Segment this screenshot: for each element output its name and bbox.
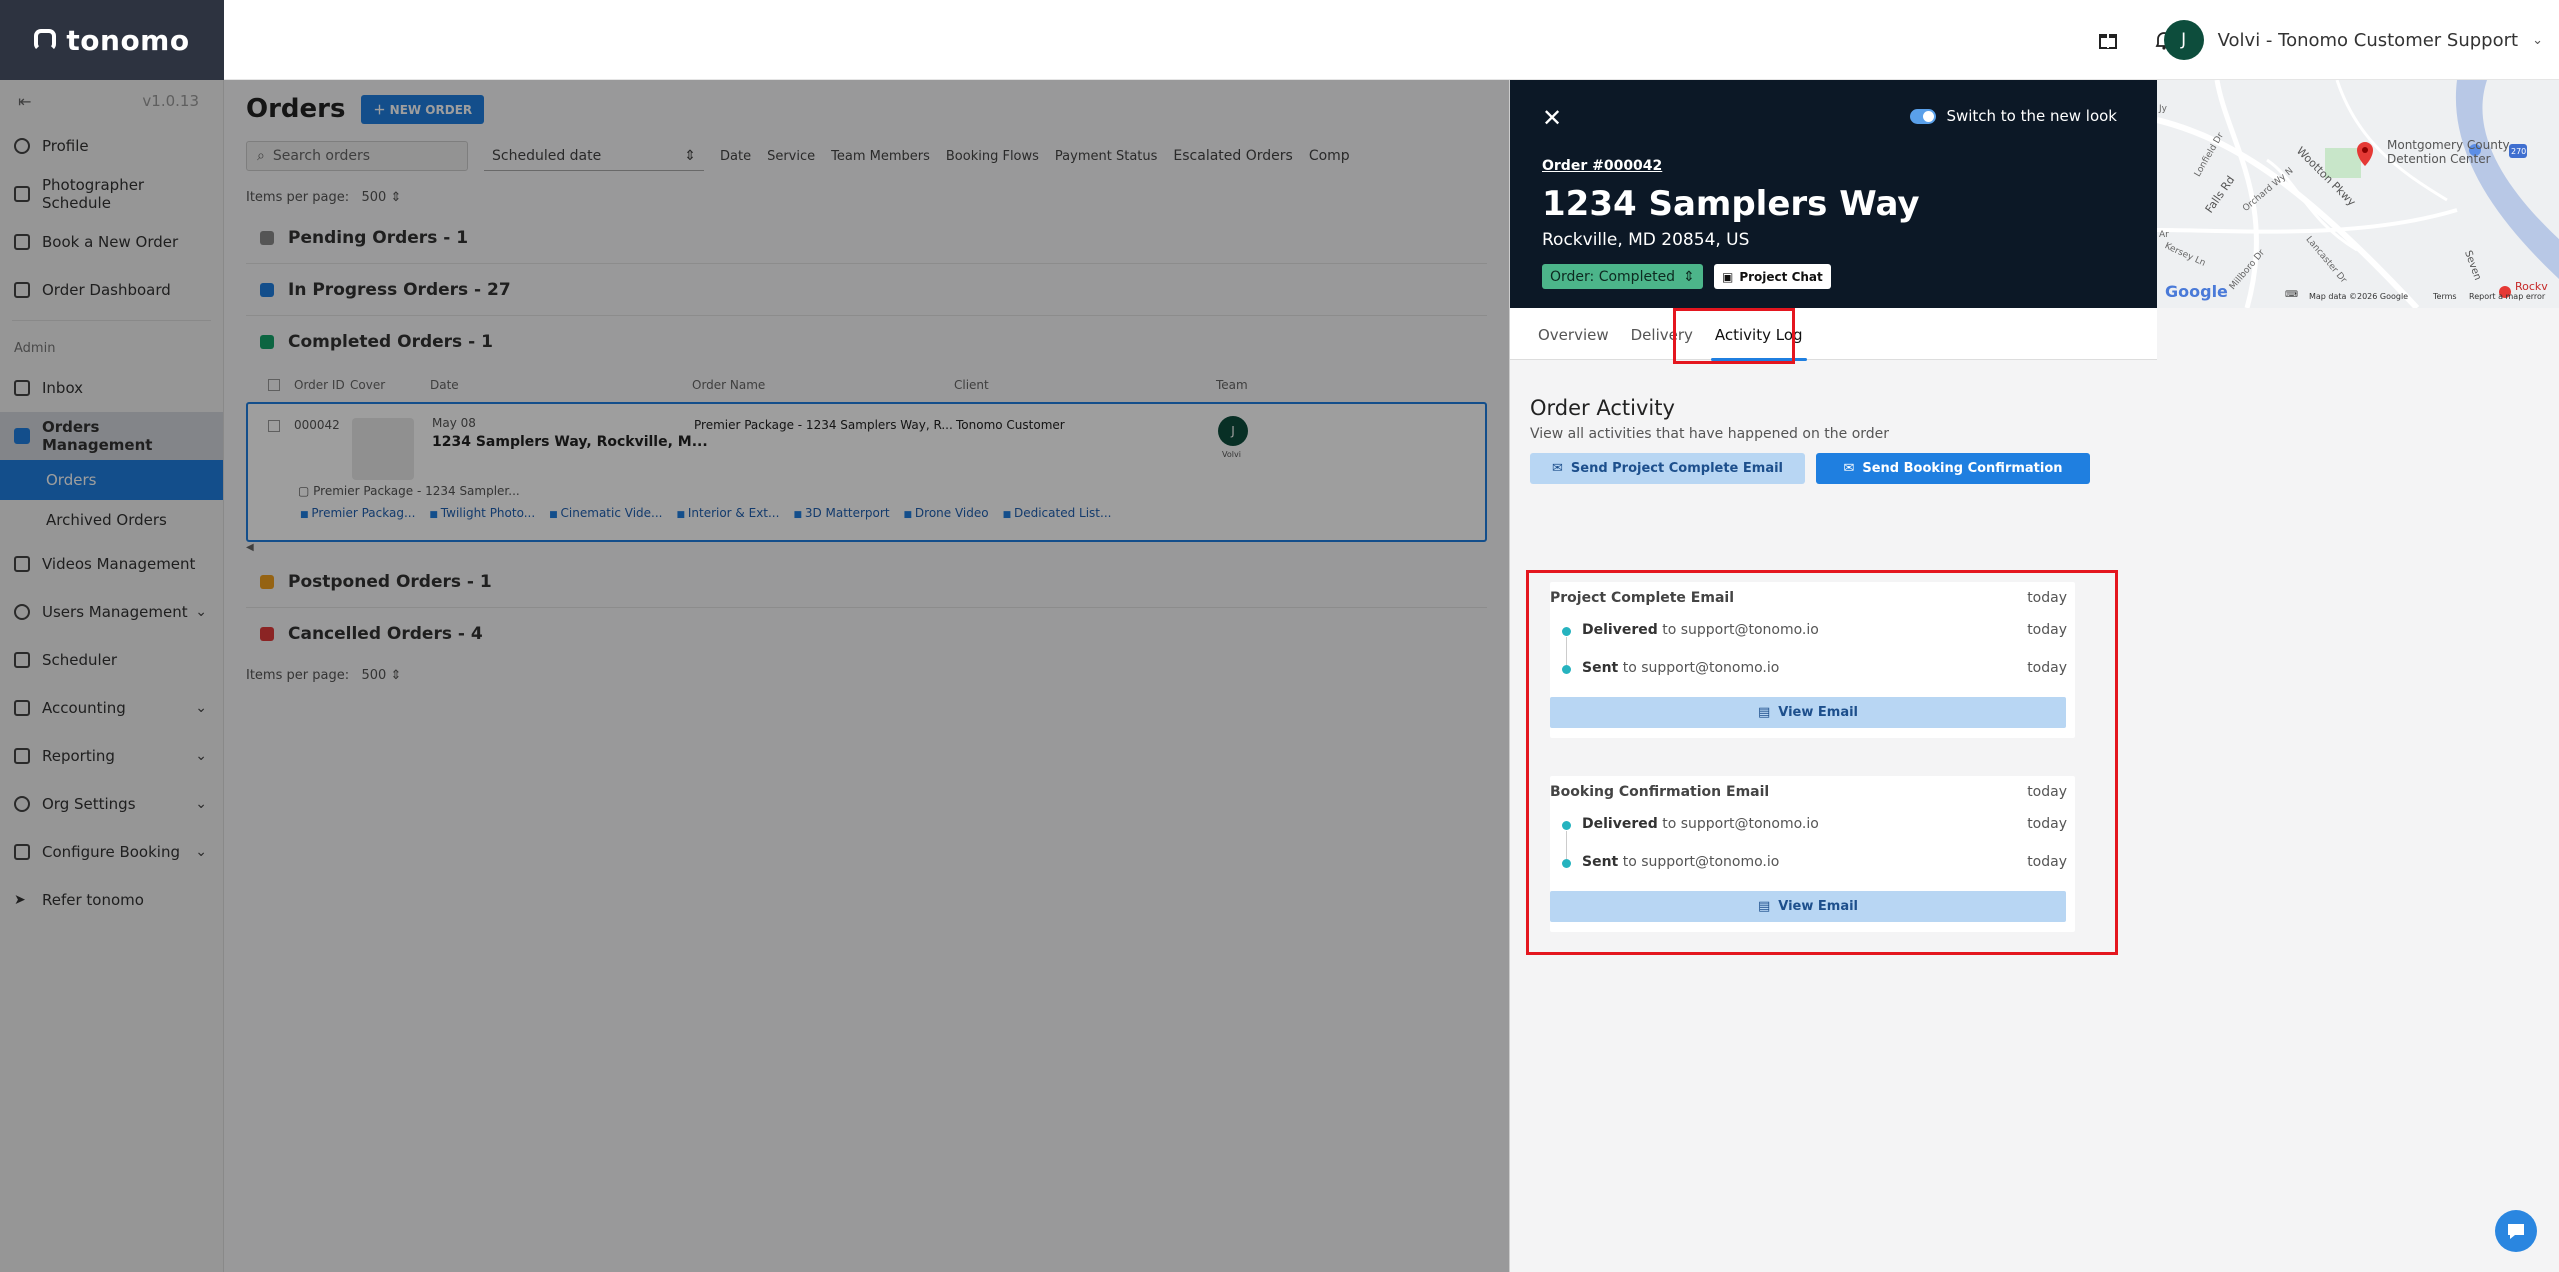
top-bar: J Volvi - Tonomo Customer Support ⌄ (224, 0, 2559, 80)
avatar: J (2163, 20, 2204, 60)
chat-icon: ▣ (1722, 269, 1734, 284)
order-number-link[interactable]: Order #000042 (1542, 158, 1662, 174)
map-street-label: Ar (2159, 230, 2169, 240)
highlight-box-tab (1673, 308, 1795, 364)
email-card-time: today (2027, 590, 2067, 606)
send-booking-confirmation-button[interactable]: ✉ Send Booking Confirmation (1816, 453, 2090, 484)
timeline-line (1566, 637, 1567, 665)
timeline-dot (1562, 627, 1571, 636)
gift-icon[interactable] (2094, 26, 2122, 54)
event-detail: to support@tonomo.io (1618, 854, 1780, 870)
order-status-value: Order: Completed (1550, 268, 1676, 285)
timeline-line (1566, 831, 1567, 859)
activity-title: Order Activity (1530, 396, 1675, 420)
event-detail: to support@tonomo.io (1618, 660, 1780, 676)
activity-subtitle: View all activities that have happened o… (1530, 426, 1890, 442)
project-chat-label: Project Chat (1739, 269, 1823, 284)
location-map[interactable]: Montgomery County Detention Center Falls… (2157, 80, 2559, 308)
event-status: Sent (1582, 854, 1619, 870)
event-detail: to support@tonomo.io (1657, 816, 1819, 832)
timeline-dot (1562, 821, 1571, 830)
send-project-complete-email-button[interactable]: ✉ Send Project Complete Email (1530, 453, 1805, 484)
event-delivered: Delivered to support@tonomo.io (1582, 816, 1819, 832)
button-label: Send Project Complete Email (1570, 461, 1784, 476)
order-detail-panel: ✕ Switch to the new look Order #000042 1… (1509, 80, 2559, 1272)
close-icon[interactable]: ✕ (1542, 104, 1562, 132)
user-name: Volvi - Tonomo Customer Support (2217, 29, 2519, 51)
mail-icon: ✉ (1551, 461, 1563, 476)
toggle-switch[interactable] (1910, 108, 1937, 124)
order-city: Rockville, MD 20854, US (1542, 230, 1750, 250)
tonomo-logo-icon (34, 29, 57, 51)
event-time: today (2027, 660, 2067, 676)
keyboard-icon[interactable]: ⌨ (2285, 290, 2298, 300)
email-card-title: Project Complete Email (1550, 590, 1734, 606)
switch-label: Switch to the new look (1946, 107, 2117, 125)
tab-overview[interactable]: Overview (1538, 326, 1609, 359)
timeline-dot (1562, 665, 1571, 674)
event-status: Delivered (1582, 816, 1658, 832)
event-status: Delivered (1582, 622, 1658, 638)
view-email-button[interactable]: ▤ View Email (1550, 697, 2066, 728)
event-time: today (2027, 622, 2067, 638)
event-status: Sent (1582, 660, 1619, 676)
button-label: View Email (1778, 899, 1859, 914)
chevron-down-icon: ⌄ (2532, 32, 2543, 48)
project-chat-button[interactable]: ▣ Project Chat (1714, 264, 1831, 289)
brand-name: tonomo (66, 23, 190, 57)
order-detail-header: ✕ Switch to the new look Order #000042 1… (1510, 80, 2157, 308)
user-menu[interactable]: J Volvi - Tonomo Customer Support ⌄ (2163, 20, 2543, 60)
map-terms-link[interactable]: Terms (2433, 292, 2457, 301)
map-street-label: Jy (2159, 104, 2167, 114)
email-card-title: Booking Confirmation Email (1550, 784, 1770, 800)
email-activity-card: Booking Confirmation Email today Deliver… (1550, 776, 2075, 932)
view-email-button[interactable]: ▤ View Email (1550, 891, 2066, 922)
modal-backdrop[interactable] (0, 80, 1509, 1272)
event-delivered: Delivered to support@tonomo.io (1582, 622, 1819, 638)
email-card-time: today (2027, 784, 2067, 800)
google-logo: Google (2165, 282, 2228, 301)
mail-icon: ✉ (1843, 461, 1855, 476)
brand-logo[interactable]: tonomo (34, 24, 189, 57)
order-status-select[interactable]: Order: Completed ⇕ (1542, 264, 1703, 289)
event-detail: to support@tonomo.io (1657, 622, 1819, 638)
new-look-switch[interactable]: Switch to the new look (1910, 107, 2117, 125)
timeline-dot (1562, 859, 1571, 868)
support-chat-launcher[interactable] (2495, 1210, 2537, 1252)
chevron-updown-icon: ⇕ (1683, 268, 1695, 285)
button-label: Send Booking Confirmation (1862, 461, 2063, 476)
map-poi-label: Montgomery County Detention Center (2387, 138, 2510, 166)
map-credits: Map data ©2026 Google (2309, 292, 2409, 301)
button-label: View Email (1778, 705, 1859, 720)
document-icon: ▤ (1757, 705, 1771, 720)
event-time: today (2027, 816, 2067, 832)
email-activity-card: Project Complete Email today Delivered t… (1550, 582, 2075, 738)
map-report-link[interactable]: Report a map error (2469, 292, 2545, 301)
event-time: today (2027, 854, 2067, 870)
document-icon: ▤ (1757, 899, 1771, 914)
order-tabs: Overview Delivery Activity Log (1510, 308, 2157, 361)
map-street-label: 270 (2511, 147, 2527, 156)
order-address-title: 1234 Samplers Way (1542, 184, 1920, 224)
event-sent: Sent to support@tonomo.io (1582, 854, 1779, 870)
logo-bar: tonomo (0, 0, 224, 80)
event-sent: Sent to support@tonomo.io (1582, 660, 1779, 676)
chat-bubble-icon (2508, 1224, 2524, 1239)
